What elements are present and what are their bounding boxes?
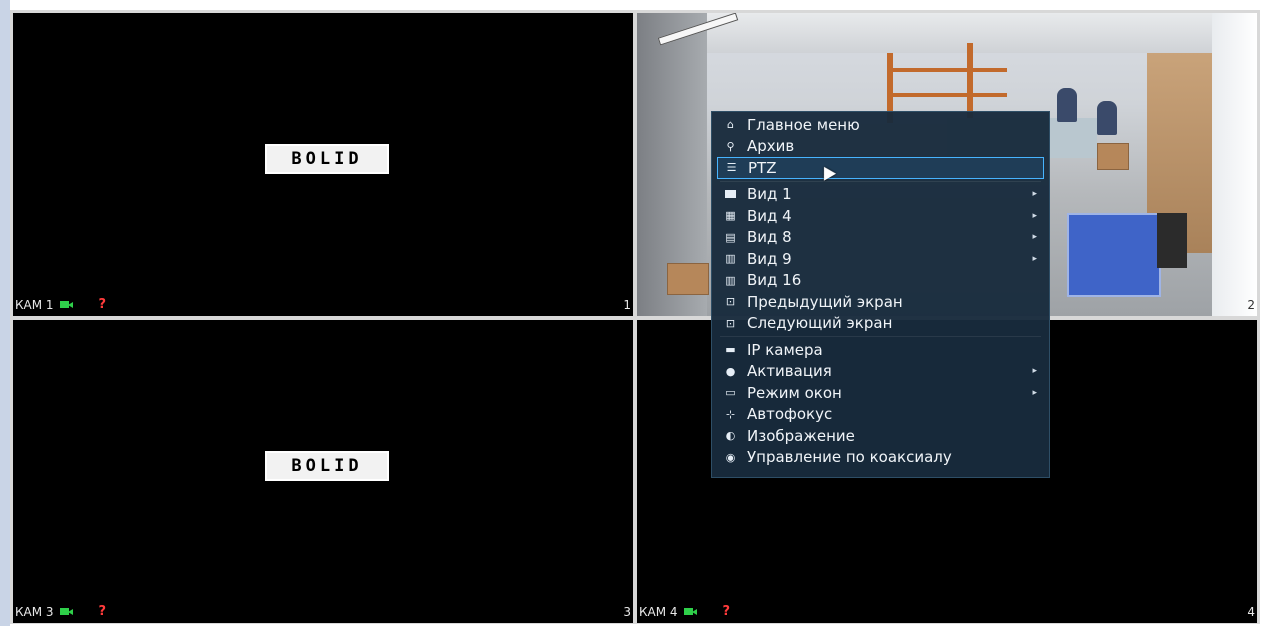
- menu-item-label: Вид 4: [747, 206, 792, 225]
- tile-number: 2: [1247, 298, 1255, 312]
- menu-item-previous-screen[interactable]: ⊡ Предыдущий экран: [712, 291, 1049, 313]
- menu-item-label: Архив: [747, 137, 795, 156]
- image-icon: ◐: [725, 429, 736, 443]
- submenu-arrow-icon: ▸: [1032, 366, 1037, 377]
- menu-item-coaxial-control[interactable]: ◉ Управление по коаксиалу: [712, 447, 1049, 469]
- autofocus-icon: ⊹: [725, 407, 736, 421]
- camera-name: КАМ 4: [639, 604, 678, 619]
- menu-item-archive[interactable]: ⚲ Архив: [712, 136, 1049, 158]
- view16-icon: ▥: [725, 273, 736, 287]
- view8-icon: ▤: [725, 230, 736, 244]
- submenu-arrow-icon: ▸: [1032, 253, 1037, 264]
- left-edge-strip: [0, 0, 10, 626]
- camera-grid: BOLID КАМ 1 ? 1 2 BOLID КАМ 3 ? 3 КАМ 4 …: [10, 10, 1260, 624]
- menu-item-label: Автофокус: [747, 405, 833, 424]
- bolid-logo: BOLID: [265, 451, 389, 481]
- question-icon: ?: [98, 297, 107, 312]
- menu-separator: [720, 180, 1041, 182]
- tile-number: 4: [1247, 605, 1255, 619]
- activation-icon: ●: [725, 364, 736, 378]
- menu-item-label: Главное меню: [747, 115, 860, 134]
- menu-item-view-8[interactable]: ▤ Вид 8 ▸: [712, 227, 1049, 249]
- view4-icon: ▦: [725, 209, 736, 223]
- camera-name: КАМ 1: [15, 297, 54, 312]
- camera-tile-1[interactable]: BOLID КАМ 1 ? 1: [13, 13, 633, 316]
- window-mode-icon: ▭: [725, 386, 736, 400]
- menu-item-autofocus[interactable]: ⊹ Автофокус: [712, 404, 1049, 426]
- menu-item-label: Управление по коаксиалу: [747, 448, 952, 467]
- menu-item-ptz[interactable]: ☰ PTZ: [717, 157, 1044, 179]
- menu-item-ip-camera[interactable]: ▬ IP камера: [712, 339, 1049, 361]
- menu-separator: [720, 336, 1041, 337]
- camera-tile-3[interactable]: BOLID КАМ 3 ? 3: [13, 320, 633, 623]
- view1-icon: [724, 188, 737, 201]
- question-icon: ?: [722, 604, 731, 619]
- tile-number: 1: [623, 298, 631, 312]
- menu-item-main-menu[interactable]: ⌂ Главное меню: [712, 114, 1049, 136]
- next-screen-icon: ⊡: [725, 316, 736, 330]
- camera-label: КАМ 3 ?: [15, 604, 106, 619]
- menu-item-window-mode[interactable]: ▭ Режим окон ▸: [712, 382, 1049, 404]
- menu-item-label: Предыдущий экран: [747, 292, 903, 311]
- menu-item-label: Вид 8: [747, 228, 792, 247]
- submenu-arrow-icon: ▸: [1032, 387, 1037, 398]
- submenu-arrow-icon: ▸: [1032, 210, 1037, 221]
- tile-number: 3: [623, 605, 631, 619]
- menu-item-view-9[interactable]: ▥ Вид 9 ▸: [712, 248, 1049, 270]
- ptz-icon: ☰: [726, 161, 737, 175]
- submenu-arrow-icon: ▸: [1032, 189, 1037, 200]
- search-icon: ⚲: [726, 139, 735, 153]
- camera-label: КАМ 4 ?: [639, 604, 730, 619]
- menu-item-label: Изображение: [747, 426, 855, 445]
- menu-item-view-1[interactable]: Вид 1 ▸: [712, 184, 1049, 206]
- menu-item-label: Режим окон: [747, 383, 842, 402]
- menu-item-label: Следующий экран: [747, 314, 893, 333]
- menu-item-view-4[interactable]: ▦ Вид 4 ▸: [712, 205, 1049, 227]
- menu-item-activation[interactable]: ● Активация ▸: [712, 361, 1049, 383]
- menu-item-label: Вид 1: [747, 185, 792, 204]
- context-menu: ⌂ Главное меню ⚲ Архив ☰ PTZ Вид 1 ▸ ▦ В…: [711, 111, 1050, 478]
- bolid-logo: BOLID: [265, 144, 389, 174]
- menu-item-view-16[interactable]: ▥ Вид 16: [712, 270, 1049, 292]
- coaxial-control-icon: ◉: [725, 450, 736, 464]
- view9-icon: ▥: [725, 252, 736, 266]
- menu-item-label: Вид 16: [747, 271, 802, 290]
- camera-label: КАМ 1 ?: [15, 297, 106, 312]
- question-icon: ?: [98, 604, 107, 619]
- camera-record-icon: [683, 608, 697, 615]
- camera-record-icon: [59, 301, 73, 308]
- camera-name: КАМ 3: [15, 604, 54, 619]
- menu-item-label: IP камера: [747, 340, 823, 359]
- menu-item-next-screen[interactable]: ⊡ Следующий экран: [712, 313, 1049, 335]
- prev-screen-icon: ⊡: [725, 295, 736, 309]
- menu-item-label: Активация: [747, 362, 832, 381]
- submenu-arrow-icon: ▸: [1032, 232, 1037, 243]
- menu-item-image[interactable]: ◐ Изображение: [712, 425, 1049, 447]
- menu-item-label: PTZ: [748, 158, 777, 177]
- home-icon: ⌂: [727, 118, 734, 132]
- menu-item-label: Вид 9: [747, 249, 792, 268]
- ip-camera-icon: ▬: [725, 343, 736, 357]
- camera-record-icon: [59, 608, 73, 615]
